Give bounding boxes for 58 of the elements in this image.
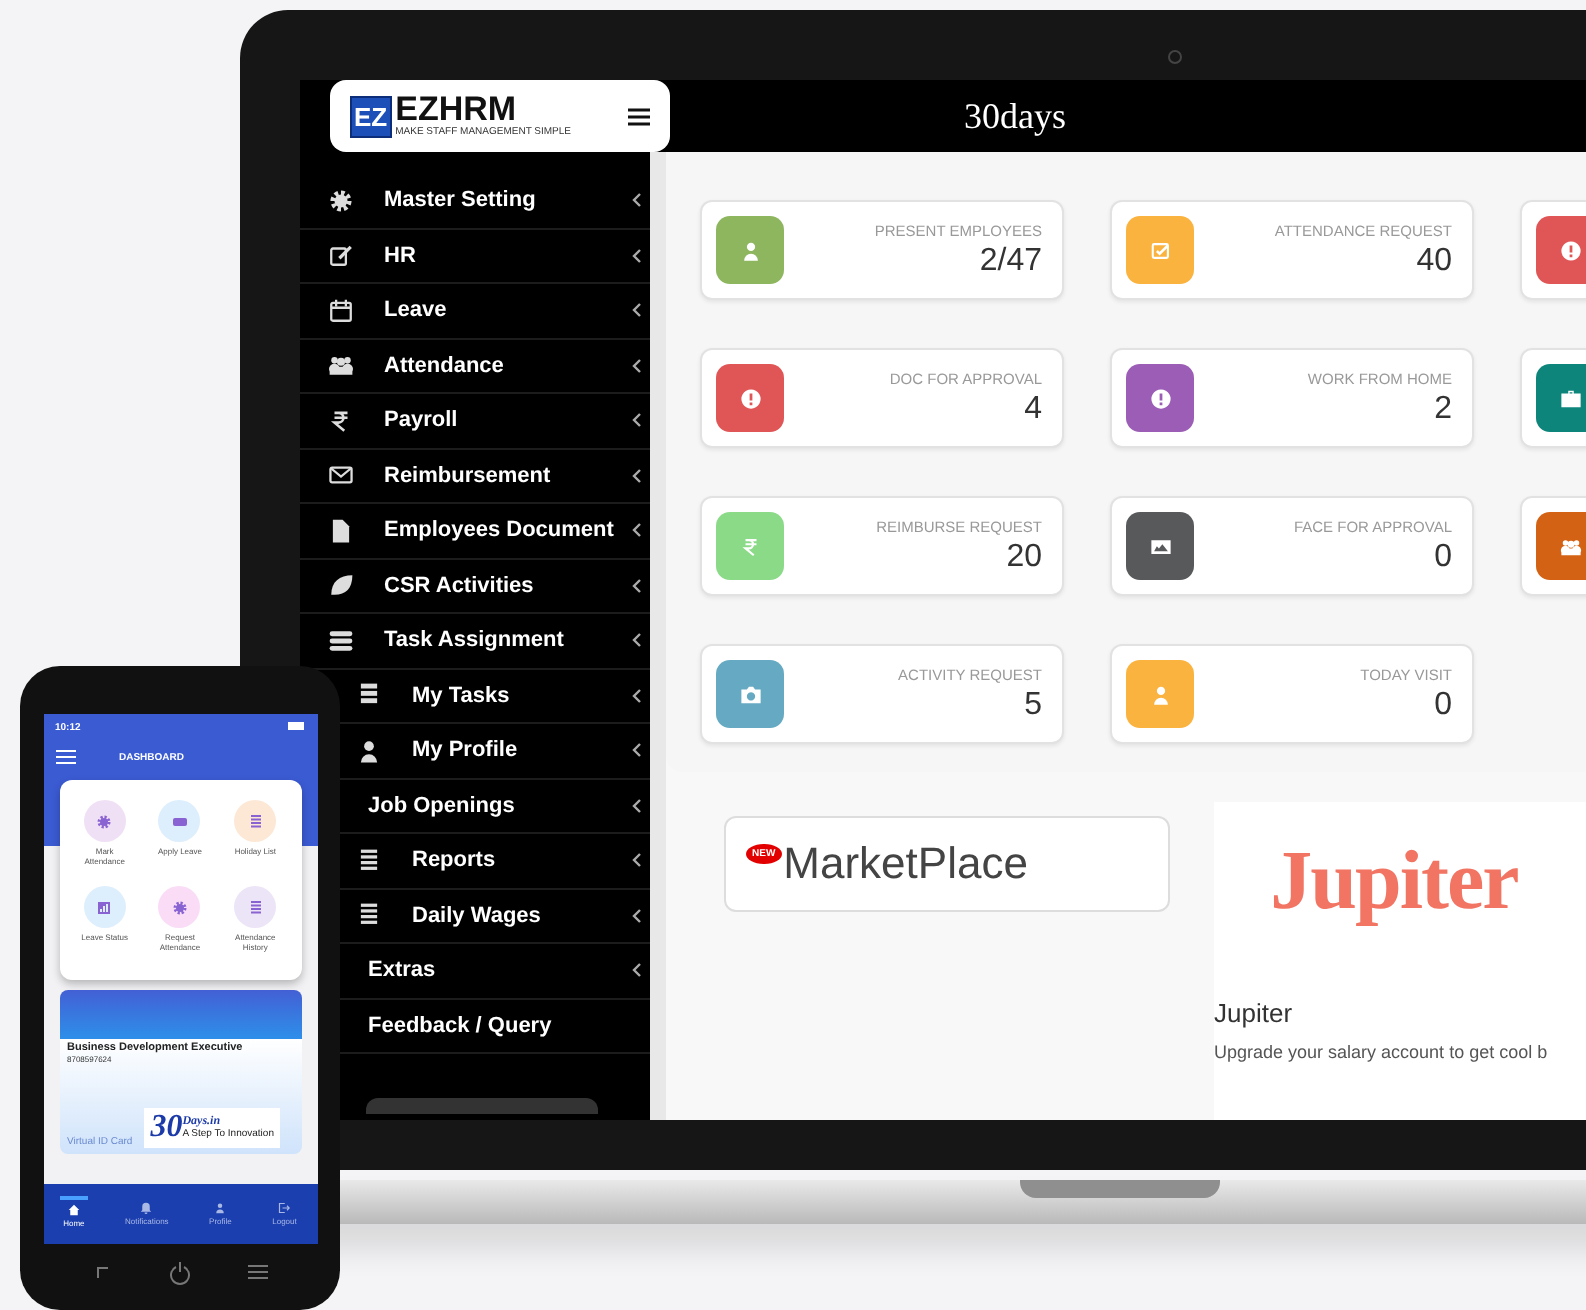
- menu-key-icon[interactable]: [248, 1262, 268, 1282]
- menu-icon[interactable]: [628, 107, 650, 125]
- stat-value: 40: [1416, 243, 1452, 279]
- gear-icon: [328, 187, 354, 214]
- users-icon: [328, 352, 354, 379]
- offer-title: Jupiter: [1214, 998, 1295, 1028]
- scroll-thumb[interactable]: [366, 1098, 598, 1114]
- stack-icon: [328, 627, 354, 654]
- back-key-icon[interactable]: [92, 1262, 112, 1282]
- power-icon[interactable]: [168, 1262, 192, 1286]
- logo-text: EZHRM: [395, 94, 517, 126]
- home-icon: [67, 1204, 80, 1216]
- leaf-icon: [328, 572, 354, 599]
- rupee-icon: [328, 407, 354, 434]
- briefcase-icon: [1559, 387, 1581, 409]
- user-icon: [1149, 683, 1171, 705]
- sidebar-item[interactable]: Employees Document: [300, 504, 650, 559]
- checkbox-icon: [1149, 239, 1171, 261]
- edit-icon: [328, 242, 354, 269]
- gear-icon: [96, 813, 113, 829]
- marketplace-label: MarketPlace: [783, 838, 1028, 890]
- battery-icon: [287, 722, 305, 730]
- stat-value: 2/47: [979, 243, 1042, 279]
- logo-mark: EZ: [350, 95, 392, 137]
- sidebar-item[interactable]: Attendance: [300, 339, 650, 394]
- stat-value: 0: [1434, 539, 1452, 575]
- offer-description: Upgrade your salary account to get cool b: [1214, 1042, 1550, 1062]
- user-icon: [739, 239, 761, 261]
- tasks-icon: [356, 682, 382, 709]
- list-icon: [356, 902, 382, 929]
- alert-icon: [1149, 387, 1171, 409]
- envelope-icon: [328, 462, 354, 489]
- image-icon: [1149, 535, 1171, 557]
- file-icon: [328, 517, 354, 544]
- chart-icon: [96, 899, 113, 915]
- alert-icon: [739, 387, 761, 409]
- alert-icon: [1559, 239, 1581, 261]
- list-icon: [247, 813, 264, 829]
- bell-icon: [140, 1202, 153, 1214]
- user-icon: [214, 1202, 227, 1214]
- logout-icon: [278, 1202, 291, 1214]
- gear-icon: [171, 899, 188, 915]
- offer-logo: Jupiter: [1268, 834, 1520, 932]
- list-icon: [247, 899, 264, 915]
- calendar-icon: [328, 297, 354, 324]
- stat-value: 5: [1024, 687, 1042, 723]
- card-icon: [171, 813, 188, 829]
- stat-value: 4: [1024, 391, 1042, 427]
- stat-value: 20: [1006, 539, 1042, 575]
- offer-card[interactable]: Jupiter Jupiter Upgrade your salary account to get cool b: [1214, 802, 1586, 1120]
- page-title: 30days: [962, 95, 1068, 137]
- users-icon: [1559, 535, 1581, 557]
- stat-value: 0: [1434, 687, 1452, 723]
- rupee-icon: [739, 535, 761, 557]
- camera-icon: [739, 683, 761, 705]
- stat-value: 2: [1434, 391, 1452, 427]
- user-icon: [356, 737, 382, 764]
- list-icon: [356, 847, 382, 874]
